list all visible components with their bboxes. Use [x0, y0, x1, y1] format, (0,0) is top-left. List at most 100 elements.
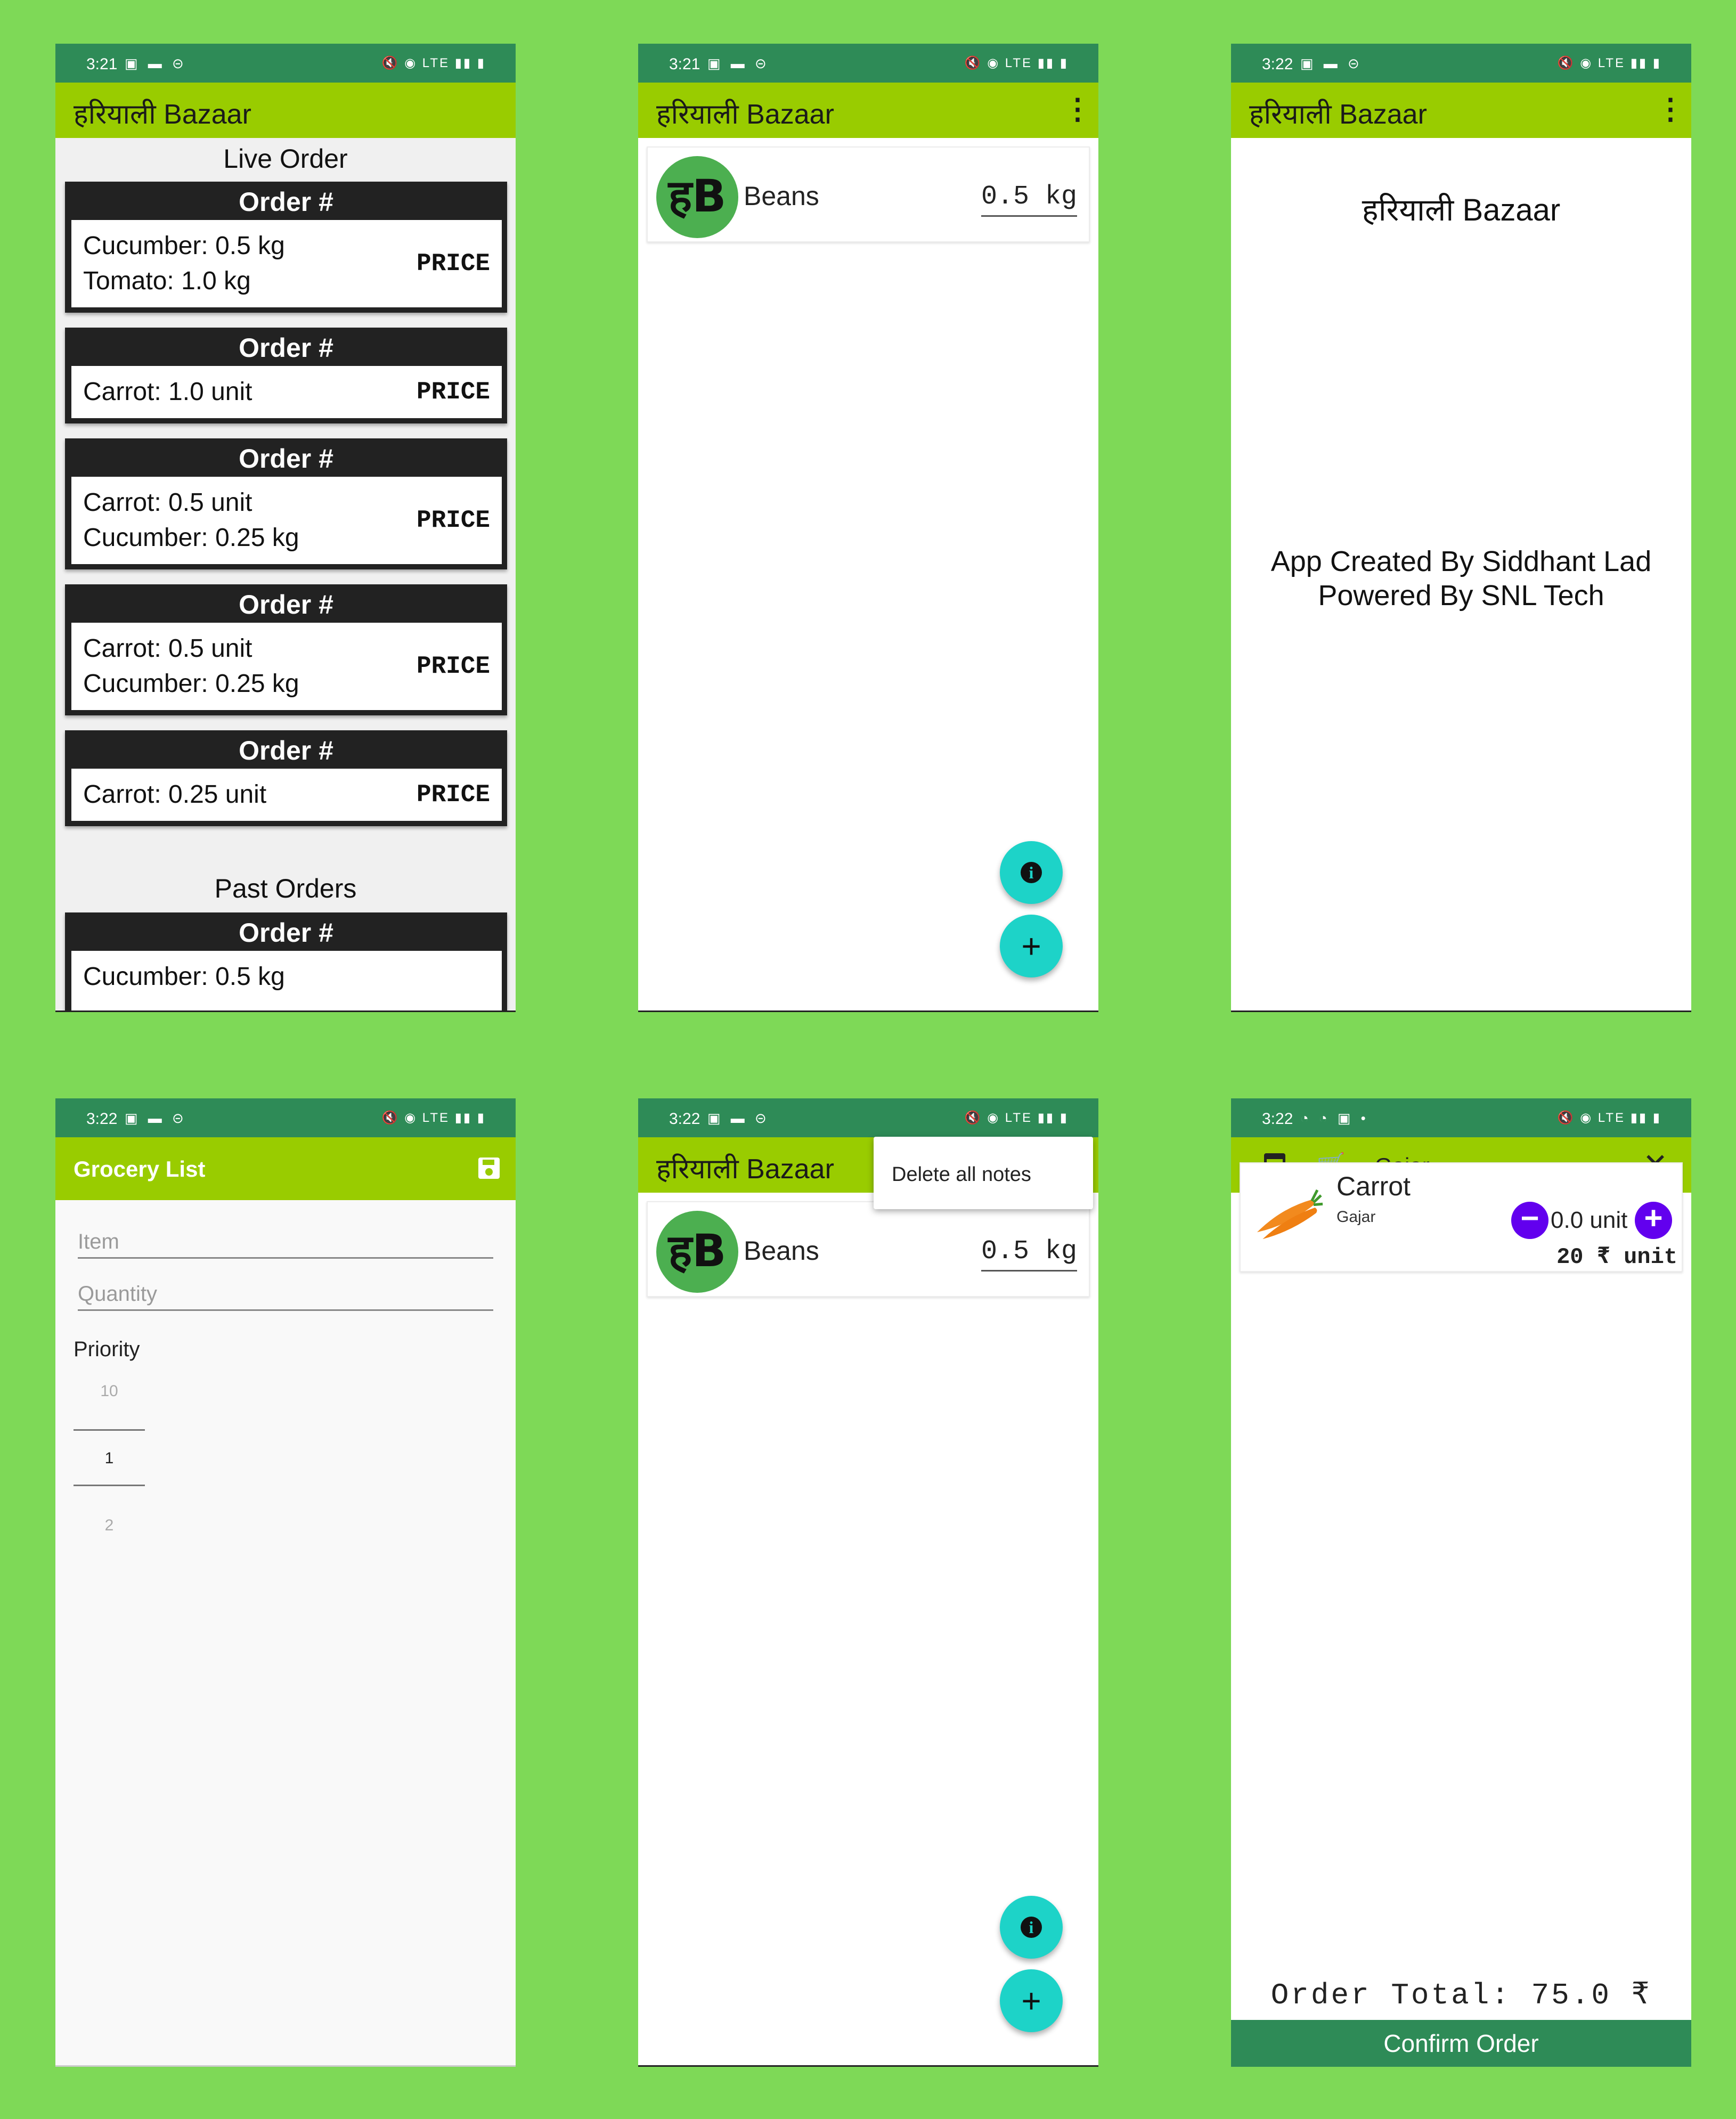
item-input[interactable]: Item — [78, 1230, 493, 1259]
carrot-image — [1257, 1189, 1323, 1240]
status-bar: 3:22 ▣ ▬ ⊝ 🔇 ◉ LTE ▮▮ ▮ — [638, 1098, 1098, 1137]
order-header: Order # — [239, 444, 333, 474]
status-time: 3:22 — [86, 1110, 118, 1128]
divider — [638, 2065, 1098, 2067]
product-name: Carrot — [1336, 1171, 1411, 1201]
notification-icons: ▣ ▬ ⊝ — [125, 1110, 187, 1126]
status-bar: 3:22 ▣ ▬ ⊝ 🔇 ◉ LTE ▮▮ ▮ — [55, 1098, 516, 1137]
app-title: हरियाली Bazaar — [1249, 99, 1427, 130]
plus-icon: + — [1021, 927, 1041, 965]
order-price: PRICE — [416, 378, 490, 406]
quantity-input[interactable]: Quantity — [78, 1282, 493, 1311]
divider — [638, 1010, 1098, 1012]
order-header: Order # — [239, 918, 333, 948]
credit-line: Powered By SNL Tech — [1318, 580, 1604, 612]
screen-grocery-list: 3:22 ▣ ▬ ⊝ 🔇 ◉ LTE ▮▮ ▮ Grocery List Ite… — [55, 1098, 516, 2067]
app-title: हरियाली Bazaar — [74, 99, 251, 130]
status-bar: 3:22 ▣ ▬ ⊝ 🔇 ◉ LTE ▮▮ ▮ — [1231, 44, 1691, 83]
delete-all-notes-item[interactable]: Delete all notes — [892, 1163, 1031, 1186]
note-card[interactable]: हB Beans 0.5 kg — [647, 1201, 1090, 1297]
order-card[interactable]: Order # Cucumber: 0.5 kg Tomato: 1.0 kg … — [65, 182, 507, 313]
overflow-menu-icon[interactable]: ⋮ — [1656, 92, 1685, 126]
note-card[interactable]: हB Beans 0.5 kg — [647, 146, 1090, 242]
system-icons: 🔇 ◉ LTE ▮▮ ▮ — [1557, 56, 1661, 70]
add-note-fab[interactable]: + — [1000, 915, 1063, 977]
note-item-name: Beans — [744, 181, 819, 211]
order-price: PRICE — [416, 781, 490, 809]
order-line: Cucumber: 0.5 kg — [83, 963, 285, 991]
grocery-form: Item Quantity Priority 10 1 2 — [55, 1200, 516, 2067]
product-card[interactable]: Carrot Gajar − 0.0 unit + 20 ₹ unit — [1240, 1162, 1683, 1272]
system-icons: 🔇 ◉ LTE ▮▮ ▮ — [381, 1111, 486, 1125]
notification-icons: ▣ ▬ ⊝ — [1300, 55, 1363, 71]
app-bar: Grocery List — [55, 1137, 516, 1200]
notification-icons: ◔ ◔ ▣ • — [1300, 1110, 1369, 1126]
system-icons: 🔇 ◉ LTE ▮▮ ▮ — [1557, 1111, 1661, 1125]
status-time: 3:22 — [1262, 1110, 1293, 1128]
confirm-order-button[interactable]: Confirm Order — [1231, 2020, 1691, 2067]
order-price: PRICE — [416, 653, 490, 680]
past-orders-title: Past Orders — [214, 874, 357, 903]
note-item-name: Beans — [744, 1236, 819, 1266]
picker-divider — [74, 1485, 145, 1486]
increase-button[interactable]: + — [1635, 1202, 1672, 1239]
screen-cart: 3:22 ◔ ◔ ▣ • 🔇 ◉ LTE ▮▮ ▮ 🛒 Gajar ✕ Carr… — [1231, 1098, 1691, 2067]
overflow-menu-icon[interactable]: ⋮ — [1063, 92, 1092, 126]
app-bar: हरियाली Bazaar ⋮ — [1231, 83, 1691, 138]
orders-list[interactable]: Live Order Order # Cucumber: 0.5 kg Toma… — [55, 138, 516, 1012]
screen-notes-menu: 3:22 ▣ ▬ ⊝ 🔇 ◉ LTE ▮▮ ▮ हरियाली Bazaar ह… — [638, 1098, 1098, 2067]
order-price: PRICE — [416, 507, 490, 534]
app-bar: हरियाली Bazaar ⋮ — [638, 83, 1098, 138]
add-note-fab[interactable]: + — [1000, 1969, 1063, 2032]
order-card[interactable]: Order # Carrot: 1.0 unit PRICE — [65, 328, 507, 423]
about-credits: App Created By Siddhant Lad Powered By S… — [1231, 544, 1691, 613]
notification-icons: ▣ ▬ ⊝ — [125, 55, 187, 71]
plus-icon: + — [1021, 1982, 1041, 2020]
divider — [55, 2065, 516, 2067]
status-time: 3:21 — [86, 55, 118, 73]
note-item-quantity: 0.5 kg — [981, 182, 1077, 217]
screen-notes: 3:21 ▣ ▬ ⊝ 🔇 ◉ LTE ▮▮ ▮ हरियाली Bazaar ⋮… — [638, 44, 1098, 1012]
picker-divider — [74, 1429, 145, 1431]
system-icons: 🔇 ◉ LTE ▮▮ ▮ — [381, 56, 486, 70]
save-icon[interactable] — [478, 1158, 500, 1179]
hb-logo-icon: हB — [656, 156, 738, 238]
unit-price: 20 ₹ unit — [1556, 1244, 1677, 1270]
info-fab[interactable]: i — [1000, 841, 1063, 904]
credit-line: App Created By Siddhant Lad — [1270, 545, 1652, 577]
notification-icons: ▣ ▬ ⊝ — [707, 1110, 770, 1126]
priority-option[interactable]: 10 — [74, 1382, 145, 1400]
order-body: Carrot: 0.5 unit Cucumber: 0.25 kg PRICE — [71, 477, 502, 564]
info-icon: i — [1021, 1917, 1042, 1938]
order-body: Carrot: 1.0 unit PRICE — [71, 366, 502, 418]
app-bar: हरियाली Bazaar — [55, 83, 516, 138]
order-card[interactable]: Order # Carrot: 0.25 unit PRICE — [65, 730, 507, 826]
decrease-button[interactable]: − — [1511, 1202, 1548, 1239]
app-title: हरियाली Bazaar — [656, 1154, 834, 1185]
system-icons: 🔇 ◉ LTE ▮▮ ▮ — [964, 56, 1069, 70]
order-card[interactable]: Order # Carrot: 0.5 unit Cucumber: 0.25 … — [65, 584, 507, 715]
system-icons: 🔇 ◉ LTE ▮▮ ▮ — [964, 1111, 1069, 1125]
order-header: Order # — [239, 736, 333, 765]
order-body: Cucumber: 0.5 kg Tomato: 1.0 kg PRICE — [71, 220, 502, 307]
order-card[interactable]: Order # Carrot: 0.5 unit Cucumber: 0.25 … — [65, 438, 507, 569]
order-total: Order Total: 75.0 ₹ — [1270, 1978, 1652, 2012]
product-subtitle: Gajar — [1336, 1208, 1376, 1226]
order-card[interactable]: Order # Cucumber: 0.5 kg PRICE — [65, 912, 507, 1012]
priority-option[interactable]: 2 — [74, 1517, 145, 1535]
priority-selected[interactable]: 1 — [74, 1449, 145, 1468]
order-body: Carrot: 0.5 unit Cucumber: 0.25 kg PRICE — [71, 623, 502, 710]
quantity-value: 0.0 unit — [1551, 1207, 1628, 1233]
order-header: Order # — [239, 590, 333, 620]
order-body: Cucumber: 0.5 kg PRICE — [71, 951, 502, 1012]
status-time: 3:21 — [669, 55, 700, 73]
notification-icons: ▣ ▬ ⊝ — [707, 55, 770, 71]
info-fab[interactable]: i — [1000, 1896, 1063, 1959]
status-time: 3:22 — [1262, 55, 1293, 73]
order-header: Order # — [239, 187, 333, 217]
overflow-menu-popup: Delete all notes — [874, 1137, 1093, 1209]
note-item-quantity: 0.5 kg — [981, 1236, 1077, 1272]
priority-label: Priority — [74, 1338, 140, 1361]
grocery-list-title: Grocery List — [74, 1156, 206, 1181]
screen-about: 3:22 ▣ ▬ ⊝ 🔇 ◉ LTE ▮▮ ▮ हरियाली Bazaar ⋮… — [1231, 44, 1691, 1012]
